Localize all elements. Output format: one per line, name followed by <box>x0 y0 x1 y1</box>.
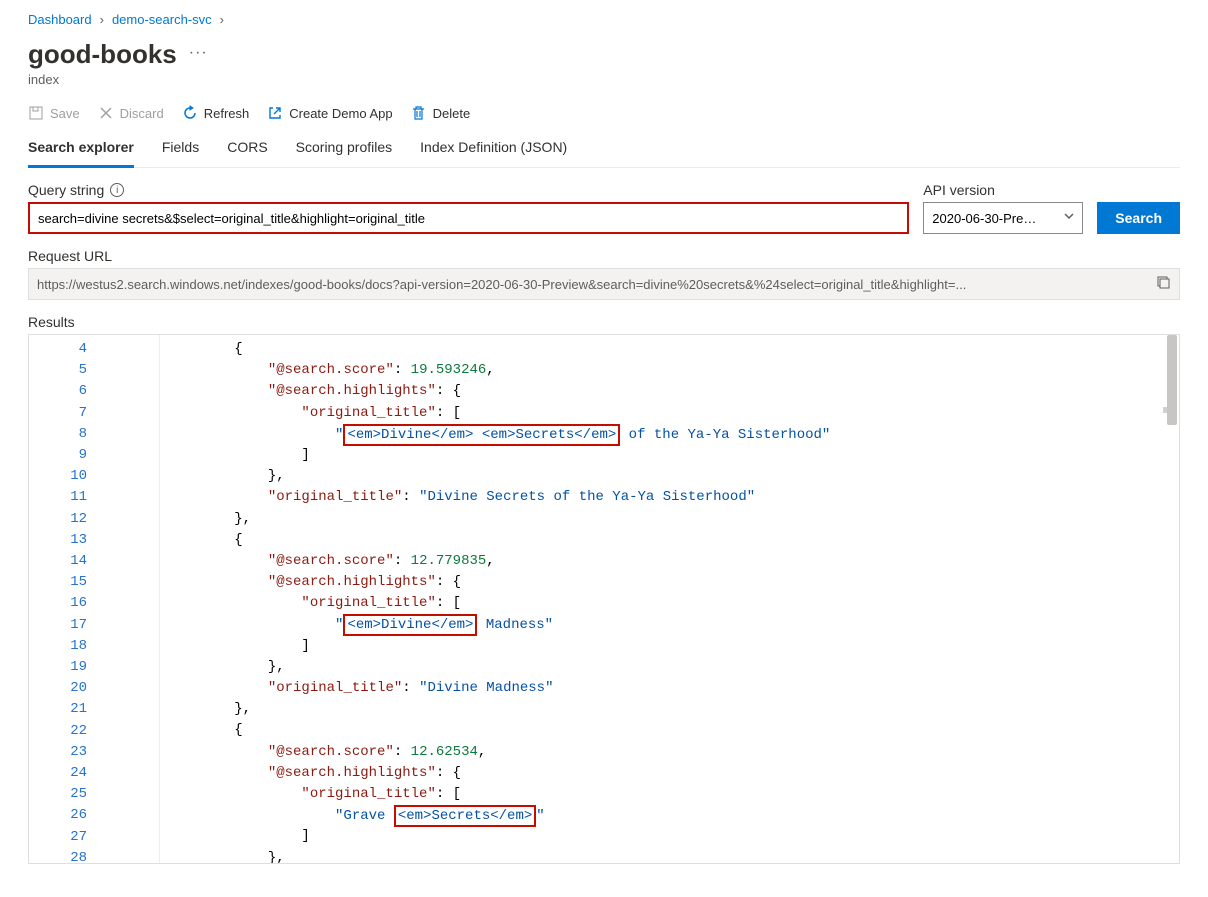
delete-label: Delete <box>433 106 471 121</box>
discard-button: Discard <box>98 105 164 121</box>
editor-gutter: 4567891011121314151617181920212223242526… <box>29 335 109 863</box>
editor-fold-column <box>109 335 127 863</box>
highlight-annotation: <em>Secrets</em> <box>394 805 536 827</box>
tab-index-definition-json-[interactable]: Index Definition (JSON) <box>420 133 567 167</box>
editor-code[interactable]: { "@search.score": 19.593246, "@search.h… <box>127 335 1179 863</box>
query-string-label: Query string <box>28 182 104 198</box>
tab-scoring-profiles[interactable]: Scoring profiles <box>296 133 393 167</box>
results-label: Results <box>28 314 1180 330</box>
tab-fields[interactable]: Fields <box>162 133 199 167</box>
request-url-box: https://westus2.search.windows.net/index… <box>28 268 1180 300</box>
info-icon[interactable]: i <box>110 183 124 197</box>
toolbar: Save Discard Refresh Create Demo App Del… <box>28 105 1180 121</box>
refresh-icon <box>182 105 198 121</box>
breadcrumb-item-service[interactable]: demo-search-svc <box>112 12 212 27</box>
refresh-button[interactable]: Refresh <box>182 105 250 121</box>
external-link-icon <box>267 105 283 121</box>
create-demo-label: Create Demo App <box>289 106 392 121</box>
highlight-annotation: <em>Divine</em> <box>343 614 477 636</box>
api-version-select[interactable] <box>923 202 1083 234</box>
create-demo-button[interactable]: Create Demo App <box>267 105 392 121</box>
search-button[interactable]: Search <box>1097 202 1180 234</box>
copy-icon[interactable] <box>1156 275 1171 293</box>
save-button: Save <box>28 105 80 121</box>
request-url-text: https://westus2.search.windows.net/index… <box>37 277 1148 292</box>
query-string-input[interactable] <box>28 202 909 234</box>
tab-search-explorer[interactable]: Search explorer <box>28 133 134 168</box>
chevron-right-icon: › <box>220 12 224 27</box>
save-label: Save <box>50 106 80 121</box>
save-icon <box>28 105 44 121</box>
breadcrumb: Dashboard › demo-search-svc › <box>28 12 1180 27</box>
close-icon <box>98 105 114 121</box>
chevron-right-icon: › <box>100 12 104 27</box>
tab-cors[interactable]: CORS <box>227 133 267 167</box>
tabs: Search explorer Fields CORS Scoring profile… <box>28 133 1180 168</box>
discard-label: Discard <box>120 106 164 121</box>
highlight-annotation: <em>Divine</em> <em>Secrets</em> <box>343 424 620 446</box>
breadcrumb-item-dashboard[interactable]: Dashboard <box>28 12 92 27</box>
delete-button[interactable]: Delete <box>411 105 471 121</box>
api-version-label: API version <box>923 182 995 198</box>
request-url-label: Request URL <box>28 248 112 264</box>
trash-icon <box>411 105 427 121</box>
minimap-scrollbar[interactable] <box>1163 335 1177 863</box>
refresh-label: Refresh <box>204 106 250 121</box>
more-actions-button[interactable]: ··· <box>189 44 208 62</box>
results-editor[interactable]: 4567891011121314151617181920212223242526… <box>28 334 1180 864</box>
page-subtitle: index <box>28 72 1180 87</box>
page-title: good-books <box>28 39 177 70</box>
